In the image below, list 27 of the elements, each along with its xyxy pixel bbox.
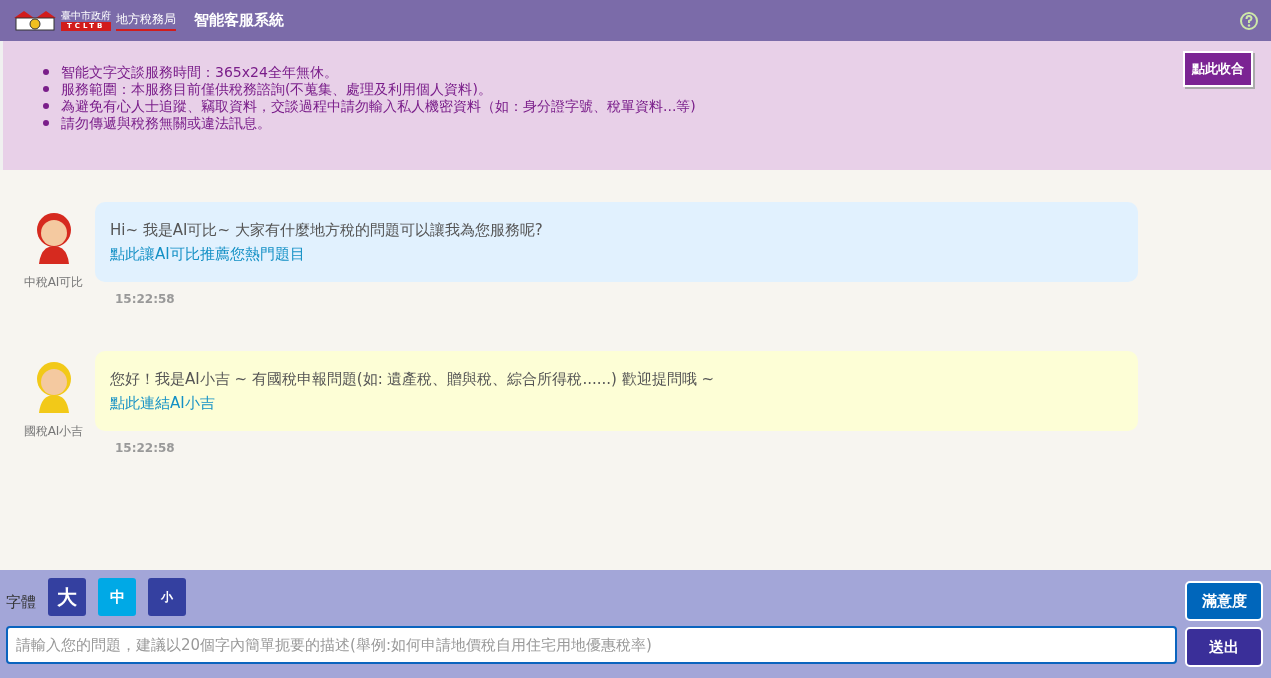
help-icon[interactable] (1239, 10, 1259, 31)
sender-name: 國稅AI小吉 (23, 423, 84, 440)
question-input[interactable]: 請輸入您的問題，建議以20個字內簡單扼要的描述(舉例:如何申請地價稅自用住宅用地優惠稅率) (6, 626, 1177, 664)
font-size-button[interactable]: 大 (48, 578, 86, 616)
bullet-icon (43, 85, 49, 92)
font-size-label: 字體 (6, 592, 36, 612)
send-button[interactable]: 送出 (1185, 627, 1263, 667)
notice-item: 智能文字交談服務時間：365x24全年無休。 (61, 62, 338, 81)
message-time: 15:22:58 (115, 441, 176, 455)
app-title: 智能客服系統 (194, 11, 285, 30)
sender-name: 中稅AI可比 (23, 274, 84, 291)
message-time: 15:22:58 (115, 292, 176, 306)
notice-item: 服務範圍：本服務目前僅供稅務諮詢(不蒐集、處理及利用個人資料)。 (61, 80, 492, 98)
message-link[interactable]: 點此連結AI小吉 (110, 394, 215, 412)
bullet-icon (43, 68, 49, 75)
bullet-icon (43, 102, 49, 109)
satisfaction-button[interactable]: 滿意度 (1185, 581, 1263, 621)
font-size-button[interactable]: 小 (148, 578, 186, 616)
collapse-button[interactable]: 點此收合 (1183, 51, 1253, 87)
logo-text: 地方稅務局 (116, 10, 177, 31)
logo-icon (12, 9, 58, 32)
logo-text: 臺中市政府 (61, 10, 111, 21)
message-text: 您好！我是AI小吉 ~ 有國稅申報問題(如: 遺產稅、贈與稅、綜合所得稅......) 歡迎提問哦 ~ (110, 370, 715, 388)
message-text: Hi~ 我是AI可比~ 大家有什麼地方稅的問題可以讓我為您服務呢? (110, 221, 543, 239)
notice-item: 請勿傳遞與稅務無關或違法訊息。 (61, 114, 271, 132)
notice-item: 為避免有心人士追蹤、竊取資料，交談過程中請勿輸入私人機密資料（如：身分證字號、稅單資料...等) (61, 97, 696, 115)
bullet-icon (43, 119, 49, 126)
